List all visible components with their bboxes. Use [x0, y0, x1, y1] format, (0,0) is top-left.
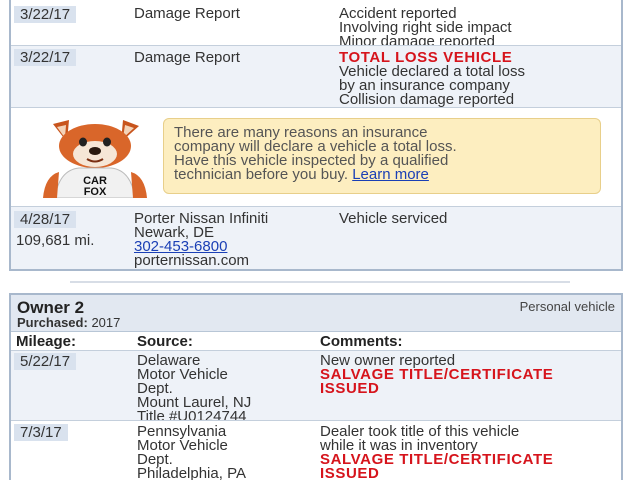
mascot-shirt-text: FOX: [84, 186, 107, 198]
record-source: Damage Report: [134, 5, 240, 22]
record-source: Porter Nissan Infiniti Newark, DE 302-45…: [134, 211, 268, 269]
history-row: 3/22/17 Damage Report Accident reported …: [11, 0, 621, 49]
source-header: Source:: [137, 333, 193, 350]
record-date: 7/3/17: [14, 424, 68, 441]
record-comments: New owner reported SALVAGE TITLE/CERTIFI…: [320, 353, 553, 397]
record-date: 3/22/17: [14, 49, 77, 66]
record-source: Damage Report: [134, 49, 240, 66]
learn-more-link[interactable]: Learn more: [352, 166, 429, 183]
history-row: 3/22/17 Damage Report TOTAL LOSS VEHICLE…: [11, 45, 621, 107]
owner2-history-panel: Owner 2 Purchased: 2017 Personal vehicle…: [9, 293, 623, 480]
record-comments: Dealer took title of this vehicle while …: [320, 424, 553, 480]
purchased-label: Purchased:: [17, 315, 88, 330]
owner1-history-panel: 3/22/17 Damage Report Accident reported …: [9, 0, 623, 271]
comment-line: Vehicle serviced: [339, 210, 448, 227]
source-line: Philadelphia, PA: [137, 465, 246, 480]
salvage-title-alert: ISSUED: [320, 380, 380, 397]
record-mileage: 109,681 mi.: [16, 232, 95, 249]
carfox-mascot-icon: CAR FOX: [43, 120, 147, 198]
vehicle-type: Personal vehicle: [519, 299, 615, 314]
record-comments: TOTAL LOSS VEHICLE Vehicle declared a to…: [339, 50, 525, 108]
history-row: 4/28/17 109,681 mi. Porter Nissan Infini…: [11, 206, 621, 269]
salvage-title-alert: ISSUED: [320, 465, 380, 480]
total-loss-info-box: There are many reasons an insurance comp…: [163, 118, 601, 194]
record-comments: Accident reported Involving right side i…: [339, 6, 512, 49]
source-line: Damage Report: [134, 5, 240, 22]
column-headers: Mileage: Source: Comments:: [11, 332, 621, 350]
comment-line: Collision damage reported: [339, 91, 515, 108]
purchased-year: 2017: [91, 315, 121, 330]
section-divider: [70, 281, 570, 283]
comments-header: Comments:: [320, 333, 403, 350]
history-row: 5/22/17 Delaware Motor Vehicle Dept. Mou…: [11, 350, 621, 424]
owner-header: Owner 2 Purchased: 2017 Personal vehicle: [11, 295, 621, 332]
record-source: Delaware Motor Vehicle Dept. Mount Laure…: [137, 353, 251, 424]
purchased-info: Purchased: 2017: [17, 315, 120, 330]
history-row: 7/3/17 Pennsylvania Motor Vehicle Dept. …: [11, 420, 621, 480]
website-text: porternissan.com: [134, 252, 250, 269]
record-date: 5/22/17: [14, 353, 77, 370]
record-date: 3/22/17: [14, 6, 77, 23]
notice-line: technician before you buy.: [174, 166, 349, 183]
record-source: Pennsylvania Motor Vehicle Dept. Philade…: [137, 424, 246, 480]
record-date: 4/28/17: [14, 211, 77, 228]
total-loss-notice-row: CAR FOX There are many reasons an insura…: [11, 107, 621, 206]
mileage-header: Mileage:: [16, 333, 77, 350]
source-line: Damage Report: [134, 49, 240, 66]
record-comments: Vehicle serviced: [339, 210, 448, 227]
